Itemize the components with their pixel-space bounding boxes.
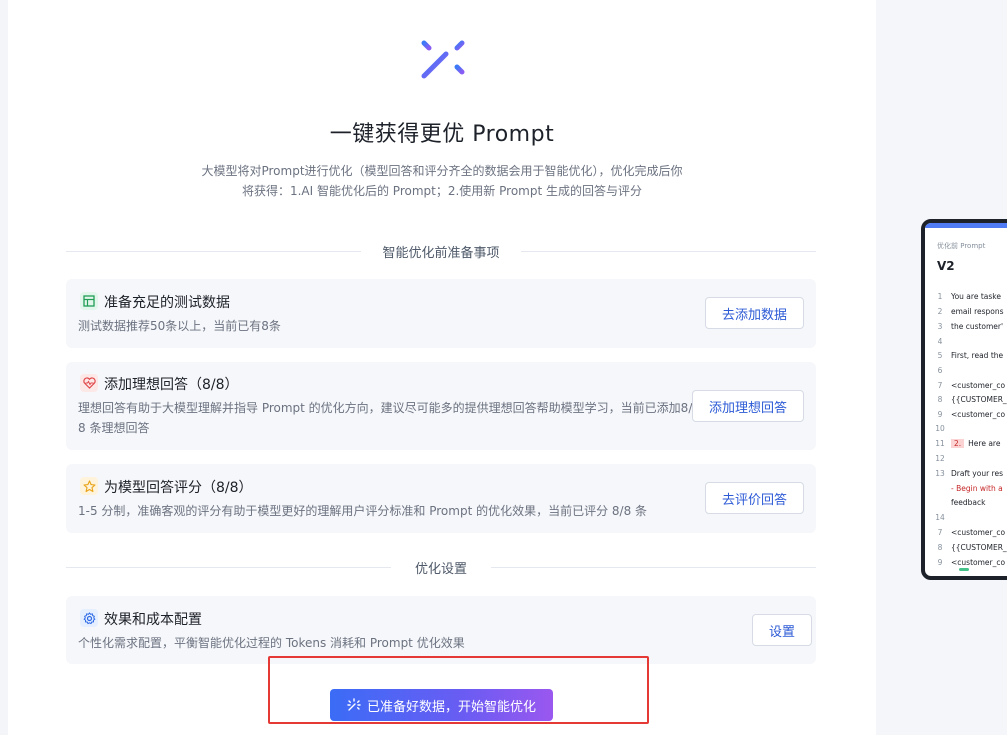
card-cost-config: 效果和成本配置 个性化需求配置，平衡智能优化过程的 Tokens 消耗和 Pro…	[66, 596, 816, 664]
code-line: 1 You are taske	[933, 292, 1001, 301]
code-text: - Begin with a	[951, 484, 1003, 493]
table-icon	[80, 292, 98, 310]
rate-answers-button[interactable]: 去评价回答	[705, 482, 804, 514]
code-text: You are taske	[951, 292, 1001, 301]
code-line: 7 <customer_co	[933, 528, 1005, 537]
card-description: 1-5 分制，准确客观的评分有助于模型更好的理解用户评分标准和 Prompt 的…	[78, 504, 648, 518]
gear-icon	[80, 609, 98, 627]
preview-version: V2	[937, 259, 955, 273]
prompt-preview-pane: 优化前 Prompt V2 1 You are taske 2 email respo…	[876, 0, 1007, 735]
code-line: 9 <customer_co	[933, 410, 1005, 419]
page-title: 一键获得更优 Prompt	[329, 122, 555, 147]
code-text: feedback	[951, 498, 986, 507]
line-number: 8	[937, 395, 943, 404]
code-line: 5 First, read the	[933, 351, 1004, 360]
code-text: the customer'	[951, 322, 1004, 331]
line-number: 2	[937, 307, 943, 316]
line-number: 4	[937, 337, 943, 346]
description-line: 将获得：1.AI 智能优化后的 Prompt；2.使用新 Prompt 生成的回…	[241, 184, 642, 198]
code-line: 14	[933, 513, 951, 522]
code-line: feedback	[933, 498, 985, 507]
section-divider-settings: 优化设置	[66, 557, 816, 577]
code-line: 13 Draft your res	[933, 469, 1003, 478]
line-number: 5	[937, 351, 943, 360]
section-divider-prep: 智能优化前准备事项	[66, 241, 816, 261]
prompt-preview-device: 优化前 Prompt V2 1 You are taske 2 email respo…	[921, 219, 1007, 580]
card-test-data: 准备充足的测试数据 测试数据推荐50条以上，当前已有8条 去添加数据	[66, 279, 816, 348]
card-description: 个性化需求配置，平衡智能优化过程的 Tokens 消耗和 Prompt 优化效果	[78, 636, 465, 650]
code-text: Draft your res	[951, 469, 1003, 478]
code-line: 7 <customer_co	[933, 381, 1005, 390]
card-title: 准备充足的测试数据	[104, 295, 230, 311]
code-text: {{CUSTOMER_	[951, 543, 1007, 552]
code-line: 11 2. Here are	[933, 439, 1000, 448]
line-number: 9	[937, 558, 943, 567]
code-line: - Begin with a	[933, 484, 1003, 493]
add-ideal-answer-button[interactable]: 添加理想回答	[692, 390, 804, 422]
description-line: 大模型将对Prompt进行优化（模型回答和评分齐全的数据会用于智能优化），优化完…	[201, 164, 683, 178]
code-line: 8 {{CUSTOMER_	[933, 543, 1007, 552]
code-line: 2 email respons	[933, 307, 1004, 316]
magic-sparkle-icon	[417, 31, 469, 79]
line-number: 6	[937, 366, 943, 375]
code-line: 8 {{CUSTOMER_	[933, 395, 1007, 404]
card-title: 效果和成本配置	[104, 612, 202, 628]
code-text: <customer_co	[951, 528, 1006, 537]
settings-button[interactable]: 设置	[752, 614, 812, 646]
line-number: 12	[935, 454, 945, 463]
description-line: 8 条理想回答	[78, 421, 150, 435]
card-title: 为模型回答评分（8/8）	[104, 480, 253, 496]
code-text: <customer_co	[951, 410, 1006, 419]
line-number: 10	[935, 424, 945, 433]
section-title: 优化设置	[402, 562, 479, 577]
code-text: email respons	[951, 307, 1004, 316]
sparkle-icon	[347, 698, 361, 711]
code-text: <customer_co	[951, 381, 1006, 390]
code-text: <customer_co	[951, 558, 1006, 567]
line-number: 13	[935, 469, 945, 478]
preview-scrollbar[interactable]	[959, 568, 969, 571]
card-description: 测试数据推荐50条以上，当前已有8条	[78, 319, 281, 333]
card-ideal-answers: 添加理想回答（8/8） 理想回答有助于大模型理解并指导 Prompt 的优化方向…	[66, 362, 816, 450]
card-rate-answers: 为模型回答评分（8/8） 1-5 分制，准确客观的评分有助于模型更好的理解用户评…	[66, 464, 816, 533]
code-line: 9 <customer_co	[933, 558, 1005, 567]
page-description: 大模型将对Prompt进行优化（模型回答和评分齐全的数据会用于智能优化），优化完…	[158, 161, 726, 201]
card-description: 理想回答有助于大模型理解并指导 Prompt 的优化方向，建议尽可能多的提供理想…	[78, 398, 698, 438]
card-title: 添加理想回答（8/8）	[104, 377, 239, 393]
code-text: {{CUSTOMER_	[951, 395, 1007, 404]
line-number: 7	[937, 528, 943, 537]
line-number: 8	[937, 543, 943, 552]
code-text: First, read the	[951, 351, 1004, 360]
preview-label: 优化前 Prompt	[937, 242, 986, 250]
code-line: 10	[933, 424, 951, 433]
diff-badge: 2.	[951, 439, 965, 448]
heart-pulse-icon	[80, 374, 98, 392]
code-line: 6	[933, 366, 951, 375]
star-icon	[80, 477, 98, 495]
line-number: 7	[937, 381, 943, 390]
code-line: 3 the customer'	[933, 322, 1003, 331]
code-line: 12	[933, 454, 951, 463]
code-line: 4	[933, 337, 951, 346]
line-number: 14	[935, 513, 945, 522]
optimization-panel: 一键获得更优 Prompt 大模型将对Prompt进行优化（模型回答和评分齐全的…	[8, 0, 876, 735]
line-number: 9	[937, 410, 943, 419]
start-optimization-button[interactable]: 已准备好数据，开始智能优化	[330, 689, 553, 721]
line-number: 3	[937, 322, 943, 331]
description-line: 理想回答有助于大模型理解并指导 Prompt 的优化方向，建议尽可能多的提供理想…	[78, 401, 693, 415]
line-number: 1	[937, 292, 943, 301]
line-number: 11	[935, 439, 945, 448]
code-text: Here are	[968, 439, 1001, 448]
start-optimization-label: 已准备好数据，开始智能优化	[366, 699, 536, 715]
section-title: 智能优化前准备事项	[370, 246, 512, 261]
add-data-button[interactable]: 去添加数据	[705, 297, 804, 329]
